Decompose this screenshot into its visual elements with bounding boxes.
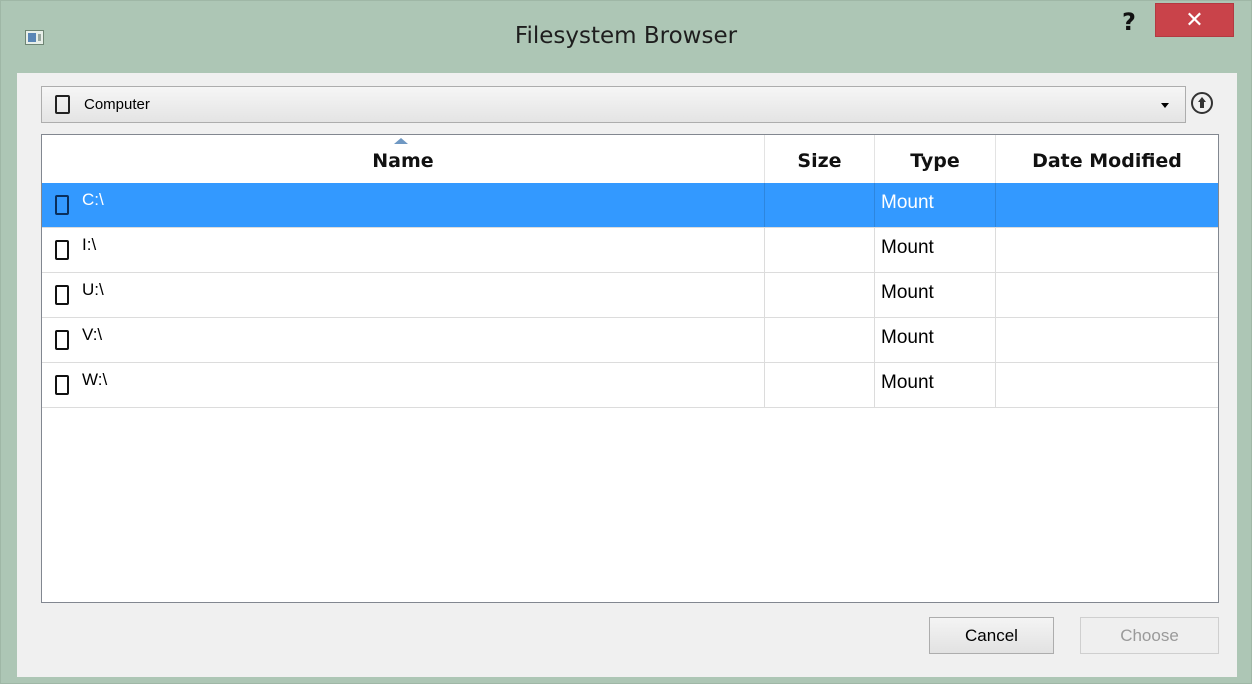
drive-icon bbox=[55, 330, 69, 350]
drive-icon bbox=[55, 285, 69, 305]
table-row[interactable]: I:\ Mount bbox=[42, 228, 1218, 273]
name-cell: W:\ bbox=[42, 363, 764, 407]
computer-icon bbox=[55, 95, 70, 114]
date-modified-cell bbox=[995, 228, 1218, 272]
table-header: Name Size Type Date Modified bbox=[42, 135, 1218, 183]
close-button[interactable]: ✕ bbox=[1155, 3, 1234, 37]
column-header-name[interactable]: Name bbox=[42, 135, 764, 183]
drive-icon bbox=[55, 375, 69, 395]
name-cell: V:\ bbox=[42, 318, 764, 362]
row-type: Mount bbox=[881, 372, 934, 393]
window-title: Filesystem Browser bbox=[514, 23, 738, 49]
type-cell: Mount bbox=[874, 318, 995, 362]
type-cell: Mount bbox=[874, 183, 995, 227]
table-row[interactable]: C:\ Mount bbox=[42, 183, 1218, 228]
name-cell: I:\ bbox=[42, 228, 764, 272]
title-bar: Filesystem Browser ? ✕ bbox=[1, 1, 1251, 73]
row-type: Mount bbox=[881, 192, 934, 213]
date-modified-cell bbox=[995, 318, 1218, 362]
row-type: Mount bbox=[881, 282, 934, 303]
row-type: Mount bbox=[881, 237, 934, 258]
size-cell bbox=[764, 318, 874, 362]
cancel-button[interactable]: Cancel bbox=[929, 617, 1054, 654]
dialog-body: Computer Name Size Type Date Modified C:… bbox=[17, 73, 1237, 677]
help-button[interactable]: ? bbox=[1114, 7, 1144, 37]
row-name: V:\ bbox=[82, 325, 103, 344]
type-cell: Mount bbox=[874, 273, 995, 317]
go-up-button[interactable] bbox=[1188, 89, 1218, 119]
name-cell: C:\ bbox=[42, 183, 764, 227]
row-name: I:\ bbox=[82, 235, 97, 254]
size-cell bbox=[764, 363, 874, 407]
drive-icon bbox=[55, 195, 69, 215]
location-dropdown[interactable]: Computer bbox=[41, 86, 1186, 123]
table-row[interactable]: V:\ Mount bbox=[42, 318, 1218, 363]
row-name: W:\ bbox=[82, 370, 108, 389]
filesystem-browser-dialog: Filesystem Browser ? ✕ Computer Name Siz… bbox=[0, 0, 1252, 684]
table-row[interactable]: U:\ Mount bbox=[42, 273, 1218, 318]
column-header-date-modified[interactable]: Date Modified bbox=[995, 135, 1218, 183]
row-name: C:\ bbox=[82, 190, 104, 209]
row-name: U:\ bbox=[82, 280, 104, 299]
type-cell: Mount bbox=[874, 363, 995, 407]
size-cell bbox=[764, 273, 874, 317]
table-row[interactable]: W:\ Mount bbox=[42, 363, 1218, 408]
row-type: Mount bbox=[881, 327, 934, 348]
name-cell: U:\ bbox=[42, 273, 764, 317]
date-modified-cell bbox=[995, 273, 1218, 317]
size-cell bbox=[764, 228, 874, 272]
drive-icon bbox=[55, 240, 69, 260]
column-header-type[interactable]: Type bbox=[874, 135, 995, 183]
chevron-down-icon bbox=[1161, 103, 1169, 108]
type-cell: Mount bbox=[874, 228, 995, 272]
column-header-size[interactable]: Size bbox=[764, 135, 874, 183]
location-label: Computer bbox=[84, 96, 150, 113]
date-modified-cell bbox=[995, 363, 1218, 407]
choose-button[interactable]: Choose bbox=[1080, 617, 1219, 654]
size-cell bbox=[764, 183, 874, 227]
up-arrow-circle-icon bbox=[1191, 92, 1213, 114]
date-modified-cell bbox=[995, 183, 1218, 227]
file-list[interactable]: Name Size Type Date Modified C:\ Mount I… bbox=[41, 134, 1219, 603]
